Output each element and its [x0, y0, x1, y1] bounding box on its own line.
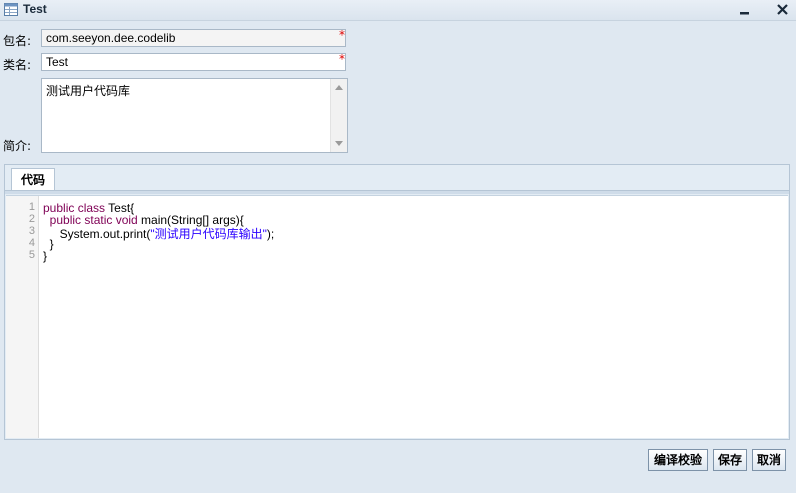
tab-strip: [5, 190, 789, 194]
code-string: "测试用户代码库输出": [150, 227, 267, 241]
package-input[interactable]: com.seeyon.dee.codelib: [41, 29, 346, 47]
line-number: 1: [28, 201, 35, 213]
package-label: 包名:: [3, 34, 32, 48]
code-line: System.out.print("测试用户代码库输出");: [43, 225, 275, 242]
tab-code[interactable]: 代码: [11, 168, 55, 191]
minimize-icon: [740, 12, 749, 15]
close-button[interactable]: [774, 1, 792, 19]
close-icon: [777, 4, 788, 15]
table-icon: [4, 3, 18, 16]
line-number: 4: [28, 237, 35, 249]
cancel-button[interactable]: 取消: [752, 449, 786, 471]
window-title: Test: [23, 2, 47, 16]
line-number: 3: [28, 225, 35, 237]
code-text: System.out.print(: [43, 227, 151, 241]
scroll-up-icon[interactable]: [335, 85, 343, 90]
title-bar: Test: [0, 0, 796, 21]
description-scrollbar[interactable]: [330, 79, 347, 152]
code-text: );: [266, 227, 275, 241]
minimize-button[interactable]: [736, 1, 754, 19]
line-number-gutter: 1 2 3 4 5: [6, 196, 39, 438]
line-number: 2: [28, 213, 35, 225]
code-panel: 代码 1 2 3 4 5 public class Test{ public s…: [4, 164, 790, 440]
line-number: 5: [28, 249, 35, 261]
package-required-mark: *: [339, 28, 345, 42]
class-required-mark: *: [339, 52, 345, 66]
description-textarea[interactable]: 测试用户代码库: [41, 78, 348, 153]
save-button[interactable]: 保存: [713, 449, 747, 471]
description-label: 简介:: [3, 139, 32, 153]
class-label: 类名:: [3, 58, 32, 72]
code-line: }: [43, 249, 47, 263]
code-text: }: [43, 249, 48, 263]
code-editor[interactable]: 1 2 3 4 5 public class Test{ public stat…: [6, 195, 788, 438]
description-text: 测试用户代码库: [46, 84, 131, 98]
scroll-down-icon[interactable]: [335, 141, 343, 146]
compile-check-button[interactable]: 编译校验: [648, 449, 708, 471]
class-input[interactable]: Test: [41, 53, 346, 71]
